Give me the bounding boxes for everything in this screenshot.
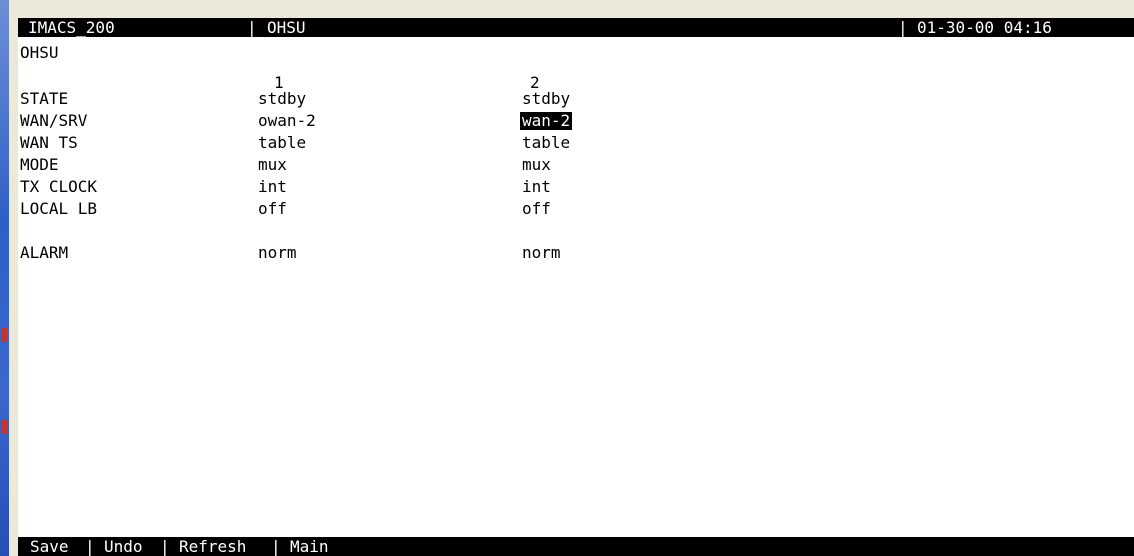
divider: | <box>85 537 95 556</box>
save-button[interactable]: Save <box>30 537 69 556</box>
screen-name: OHSU <box>267 18 306 37</box>
main-button[interactable]: Main <box>290 537 329 556</box>
undo-button[interactable]: Undo <box>104 537 143 556</box>
divider: | <box>898 18 908 37</box>
row-label-state: STATE <box>20 89 69 108</box>
row-label-mode: MODE <box>20 155 59 174</box>
state-port-2[interactable]: stdby <box>522 90 570 108</box>
page-title: OHSU <box>20 43 59 62</box>
row-label-wan-ts: WAN TS <box>20 133 78 152</box>
wan-srv-port-1[interactable]: owan-2 <box>258 112 316 130</box>
window-frame <box>9 0 18 556</box>
wan-ts-port-1[interactable]: table <box>258 134 306 152</box>
desktop-edge <box>0 0 9 556</box>
desktop-icon-fragment <box>1 420 7 434</box>
divider: | <box>247 18 257 37</box>
terminal-screen[interactable]: IMACS_200 | OHSU | 01-30-00 04:16 OHSU 1… <box>18 18 1134 556</box>
row-label-tx-clock: TX CLOCK <box>20 177 98 196</box>
local-lb-port-2[interactable]: off <box>522 200 551 218</box>
row-label-local-lb: LOCAL LB <box>20 199 98 218</box>
mode-port-2[interactable]: mux <box>522 156 551 174</box>
divider: | <box>160 537 170 556</box>
tx-clock-port-2[interactable]: int <box>522 178 551 196</box>
wan-srv-port-2-selected[interactable]: wan-2 <box>520 112 573 130</box>
tx-clock-port-1[interactable]: int <box>258 178 287 196</box>
row-label-alarm: ALARM <box>20 243 69 262</box>
alarm-port-1: norm <box>258 243 297 262</box>
system-name: IMACS_200 <box>28 18 115 37</box>
mode-port-1[interactable]: mux <box>258 156 287 174</box>
alarm-port-2: norm <box>522 243 561 262</box>
state-port-1[interactable]: stdby <box>258 90 306 108</box>
status-bar: IMACS_200 | OHSU | 01-30-00 04:16 <box>18 18 1134 37</box>
softkey-bar: Save | Undo | Refresh | Main <box>18 537 1134 556</box>
desktop-icon-fragment <box>1 328 7 342</box>
wan-ts-port-2[interactable]: table <box>522 134 570 152</box>
refresh-button[interactable]: Refresh <box>179 537 246 556</box>
datetime: 01-30-00 04:16 <box>917 18 1052 37</box>
divider: | <box>271 537 281 556</box>
row-label-wan-srv: WAN/SRV <box>20 111 88 130</box>
local-lb-port-1[interactable]: off <box>258 200 287 218</box>
window-top-frame <box>9 0 1134 18</box>
